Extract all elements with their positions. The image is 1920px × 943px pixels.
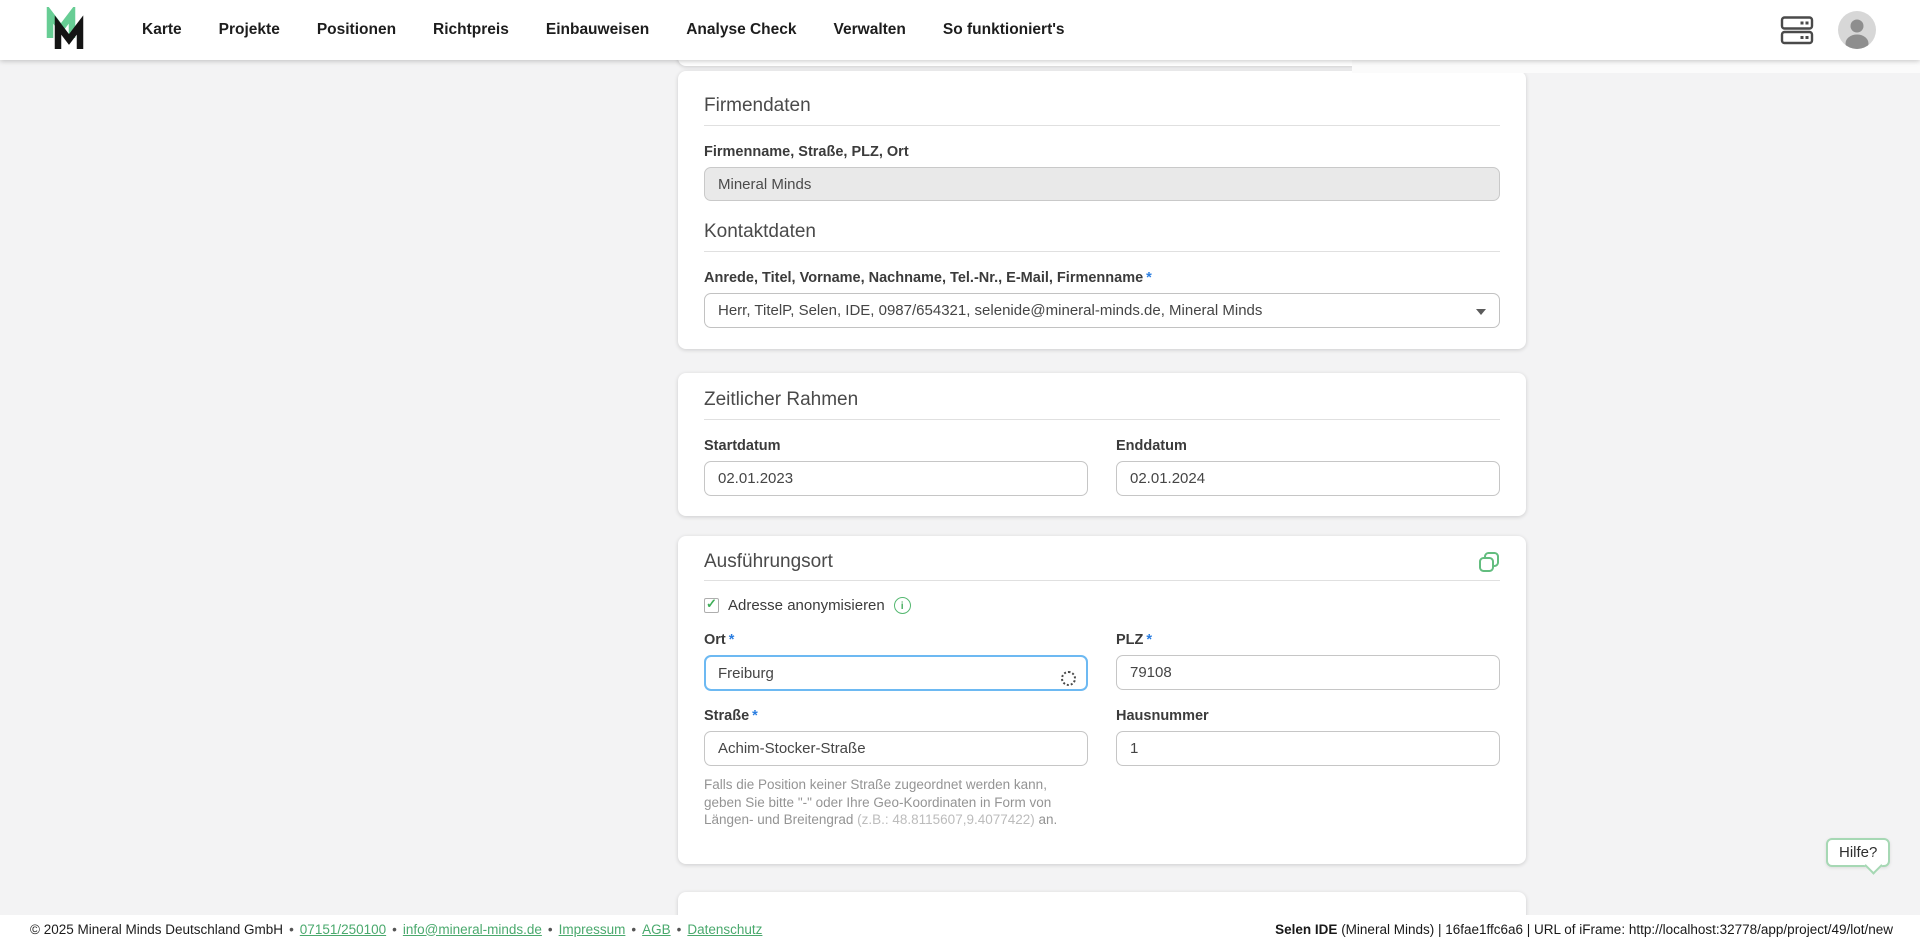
- strasse-field[interactable]: [704, 731, 1088, 766]
- required-asterisk: *: [729, 632, 735, 648]
- required-asterisk: *: [1146, 632, 1152, 648]
- ort-field[interactable]: [704, 655, 1088, 691]
- plz-label-text: PLZ: [1116, 632, 1143, 648]
- footer-left: © 2025 Mineral Minds Deutschland GmbH • …: [30, 922, 762, 937]
- chevron-down-icon: [1476, 309, 1486, 315]
- checkmark-icon: ✓: [706, 596, 717, 612]
- nav-item-positionen[interactable]: Positionen: [317, 21, 396, 39]
- footer-link-email[interactable]: info@mineral-minds.de: [403, 922, 542, 937]
- plz-field[interactable]: [1116, 655, 1500, 690]
- hausnummer-field[interactable]: [1116, 731, 1500, 766]
- separator-dot: •: [631, 922, 636, 937]
- nav-item-so-funktionierts[interactable]: So funktioniert's: [943, 21, 1065, 39]
- nav-item-karte[interactable]: Karte: [142, 21, 182, 39]
- user-avatar-icon[interactable]: [1838, 11, 1876, 49]
- helper-example: (z.B.: 48.8115607,9.4077422): [857, 812, 1035, 827]
- separator-dot: •: [548, 922, 553, 937]
- enddatum-label: Enddatum: [1116, 437, 1500, 455]
- nav-item-projekte[interactable]: Projekte: [219, 21, 280, 39]
- required-asterisk: *: [752, 708, 758, 724]
- copy-icon[interactable]: [1478, 551, 1500, 573]
- card-firmendaten: Firmendaten Firmenname, Straße, PLZ, Ort…: [678, 71, 1526, 349]
- footer-status: Selen IDE (Mineral Minds) | 16fae1ffc6a6…: [1275, 922, 1893, 937]
- hausnummer-label: Hausnummer: [1116, 707, 1500, 725]
- helper-text-after: an.: [1035, 812, 1058, 827]
- server-stack-icon[interactable]: [1780, 16, 1814, 45]
- enddatum-field[interactable]: [1116, 461, 1500, 496]
- loading-spinner-icon: [1061, 671, 1076, 686]
- divider: [704, 125, 1500, 126]
- section-title-firmendaten: Firmendaten: [704, 95, 1500, 117]
- ide-details: (Mineral Minds) | 16fae1ffc6a6 | URL of …: [1337, 922, 1893, 937]
- company-name-field: [704, 167, 1500, 201]
- required-asterisk: *: [1146, 270, 1152, 286]
- ort-label-text: Ort: [704, 632, 726, 648]
- card-ausfuehrungsort: Ausführungsort ✓ Adresse anonymisieren i…: [678, 536, 1526, 864]
- iframe-top-strip: [1352, 60, 1920, 73]
- contact-label-text: Anrede, Titel, Vorname, Nachname, Tel.-N…: [704, 270, 1143, 286]
- nav-item-verwalten[interactable]: Verwalten: [834, 21, 906, 39]
- divider: [704, 580, 1500, 581]
- mineral-minds-logo-icon[interactable]: [42, 7, 88, 53]
- strasse-label-text: Straße: [704, 708, 749, 724]
- section-title-kontaktdaten: Kontaktdaten: [704, 221, 1500, 243]
- section-title-ausfuehrungsort: Ausführungsort: [704, 551, 833, 573]
- help-button[interactable]: Hilfe?: [1826, 838, 1890, 867]
- contact-select-value: Herr, TitelP, Selen, IDE, 0987/654321, s…: [718, 302, 1262, 319]
- nav-item-richtpreis[interactable]: Richtpreis: [433, 21, 509, 39]
- footer-link-agb[interactable]: AGB: [642, 922, 671, 937]
- ide-name: Selen IDE: [1275, 922, 1337, 937]
- footer-link-phone[interactable]: 07151/250100: [300, 922, 386, 937]
- nav-item-analyse-check[interactable]: Analyse Check: [686, 21, 796, 39]
- footer: © 2025 Mineral Minds Deutschland GmbH • …: [0, 915, 1920, 943]
- main-navigation: Karte Projekte Positionen Richtpreis Ein…: [142, 21, 1065, 39]
- anonymize-checkbox[interactable]: ✓: [704, 598, 719, 613]
- info-icon[interactable]: i: [894, 597, 911, 614]
- nav-item-einbauweisen[interactable]: Einbauweisen: [546, 21, 649, 39]
- top-navbar: Karte Projekte Positionen Richtpreis Ein…: [0, 0, 1920, 60]
- ort-label: Ort*: [704, 631, 1088, 649]
- anonymize-label: Adresse anonymisieren: [728, 597, 885, 614]
- contact-select[interactable]: Herr, TitelP, Selen, IDE, 0987/654321, s…: [704, 293, 1500, 328]
- contact-label: Anrede, Titel, Vorname, Nachname, Tel.-N…: [704, 269, 1500, 287]
- separator-dot: •: [677, 922, 682, 937]
- strasse-label: Straße*: [704, 707, 1088, 725]
- copyright-text: © 2025 Mineral Minds Deutschland GmbH: [30, 922, 283, 937]
- company-name-label: Firmenname, Straße, PLZ, Ort: [704, 143, 1500, 161]
- separator-dot: •: [289, 922, 294, 937]
- strasse-helper-text: Falls die Position keiner Straße zugeord…: [704, 776, 1074, 829]
- footer-link-datenschutz[interactable]: Datenschutz: [687, 922, 762, 937]
- separator-dot: •: [392, 922, 397, 937]
- footer-link-impressum[interactable]: Impressum: [559, 922, 626, 937]
- section-title-zeitlicher-rahmen: Zeitlicher Rahmen: [704, 389, 1500, 411]
- startdatum-field[interactable]: [704, 461, 1088, 496]
- plz-label: PLZ*: [1116, 631, 1500, 649]
- card-zeitlicher-rahmen: Zeitlicher Rahmen Startdatum Enddatum: [678, 373, 1526, 516]
- divider: [704, 251, 1500, 252]
- startdatum-label: Startdatum: [704, 437, 1088, 455]
